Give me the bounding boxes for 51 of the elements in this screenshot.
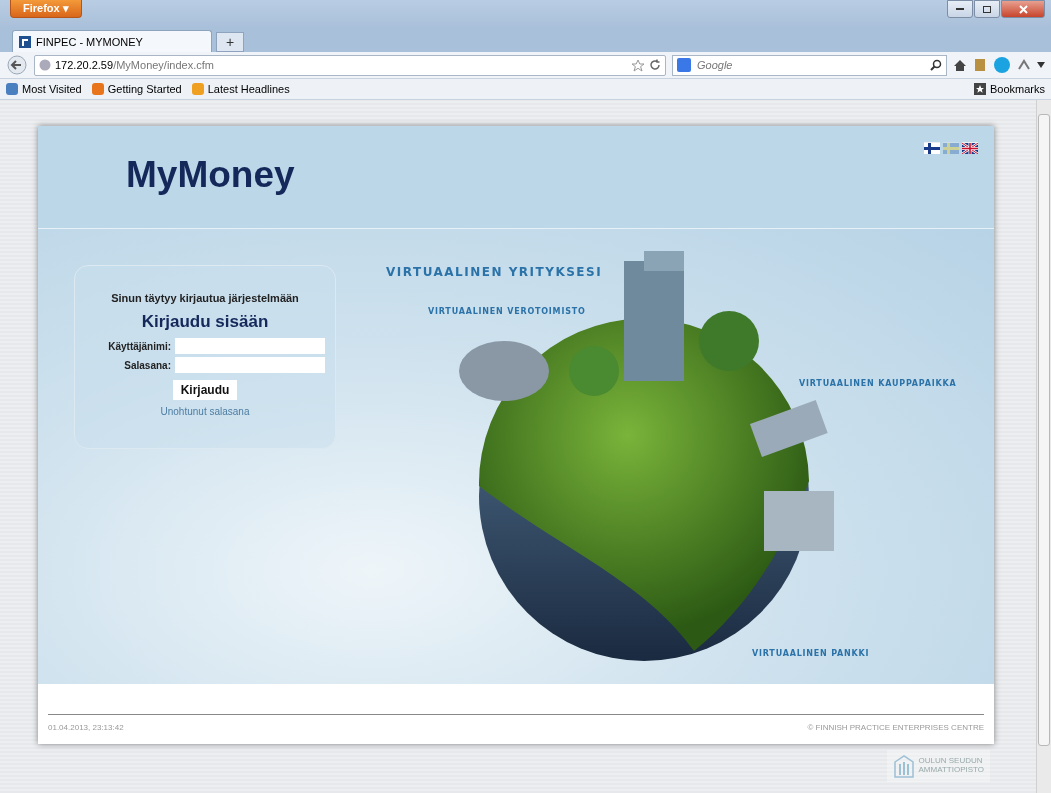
bookmark-favicon-icon xyxy=(6,83,18,95)
reload-icon[interactable] xyxy=(649,59,661,71)
bookmark-link[interactable]: Getting Started xyxy=(91,83,182,95)
bookmark-link[interactable]: Latest Headlines xyxy=(191,83,290,95)
forgot-password-link[interactable]: Unohtunut salasana xyxy=(160,406,250,417)
back-icon[interactable] xyxy=(6,55,28,75)
star-icon[interactable] xyxy=(631,58,645,72)
copyright-text: © FINNISH PRACTICE ENTERPRISES CENTRE xyxy=(807,723,984,732)
home-icon[interactable] xyxy=(953,58,967,72)
input-field[interactable] xyxy=(175,338,325,354)
language-flag-button[interactable] xyxy=(962,142,978,153)
favicon-icon xyxy=(19,35,31,48)
url-host: 172.20.2.59 xyxy=(55,59,114,71)
dropdown-caret-icon[interactable] xyxy=(1037,62,1045,68)
login-heading: Kirjaudu sisään xyxy=(141,312,269,332)
login-notice: Sinun täytyy kirjautua järjestelmään xyxy=(111,292,299,304)
finnish-flag-icon xyxy=(924,143,940,154)
bookmark-favicon-icon xyxy=(191,83,204,95)
url-path: /MyMoney/index.cfm xyxy=(113,59,214,71)
swedish-flag-icon xyxy=(943,143,959,154)
uk-flag-icon xyxy=(962,143,978,154)
building-logo-icon xyxy=(892,754,915,778)
illustration-caption: VIRTUAALINEN KAUPPAPAIKKA xyxy=(799,379,957,388)
search-bar[interactable]: Google xyxy=(672,54,947,76)
address-field[interactable]: 172.20.2.59/MyMoney/index.cfm xyxy=(34,54,666,76)
new-tab-button[interactable]: + xyxy=(216,32,244,52)
minimize-button[interactable] xyxy=(947,0,973,18)
browser-tab[interactable]: FINPEC - MYMONEY xyxy=(12,30,212,52)
sponsor-text: OULUN SEUDUN AMMATTIOPISTO xyxy=(918,757,984,775)
maximize-icon xyxy=(983,5,991,13)
language-flag-button[interactable] xyxy=(924,142,940,153)
timestamp: 01.04.2013, 23:13:42 xyxy=(48,723,124,732)
bookmark-favicon-icon xyxy=(91,83,104,95)
illustration-caption: VIRTUAALINEN VEROTOIMISTO xyxy=(428,307,586,316)
close-button[interactable] xyxy=(1001,0,1045,18)
bookmark-link[interactable]: Most Visited xyxy=(6,83,82,95)
mymoney-logo: MyMoney xyxy=(126,154,295,197)
bookmarks-star-icon xyxy=(973,83,986,95)
close-icon xyxy=(1018,4,1028,14)
bookmarks-menu-button[interactable]: Bookmarks xyxy=(973,83,1045,95)
minimize-icon xyxy=(956,8,964,10)
maximize-button[interactable] xyxy=(974,0,1000,18)
search-icon[interactable] xyxy=(930,59,942,71)
illustration-caption: VIRTUAALINEN YRITYKSESI xyxy=(386,265,603,279)
search-engine-icon xyxy=(677,58,691,72)
scrollbar[interactable] xyxy=(1036,100,1051,793)
input-field[interactable] xyxy=(175,357,325,373)
field-label: Salasana: xyxy=(123,359,171,371)
login-button[interactable]: Kirjaudu xyxy=(172,380,238,400)
field-label: Käyttäjänimi: xyxy=(107,340,171,352)
illustration-caption: VIRTUAALINEN PANKKI xyxy=(752,649,870,658)
